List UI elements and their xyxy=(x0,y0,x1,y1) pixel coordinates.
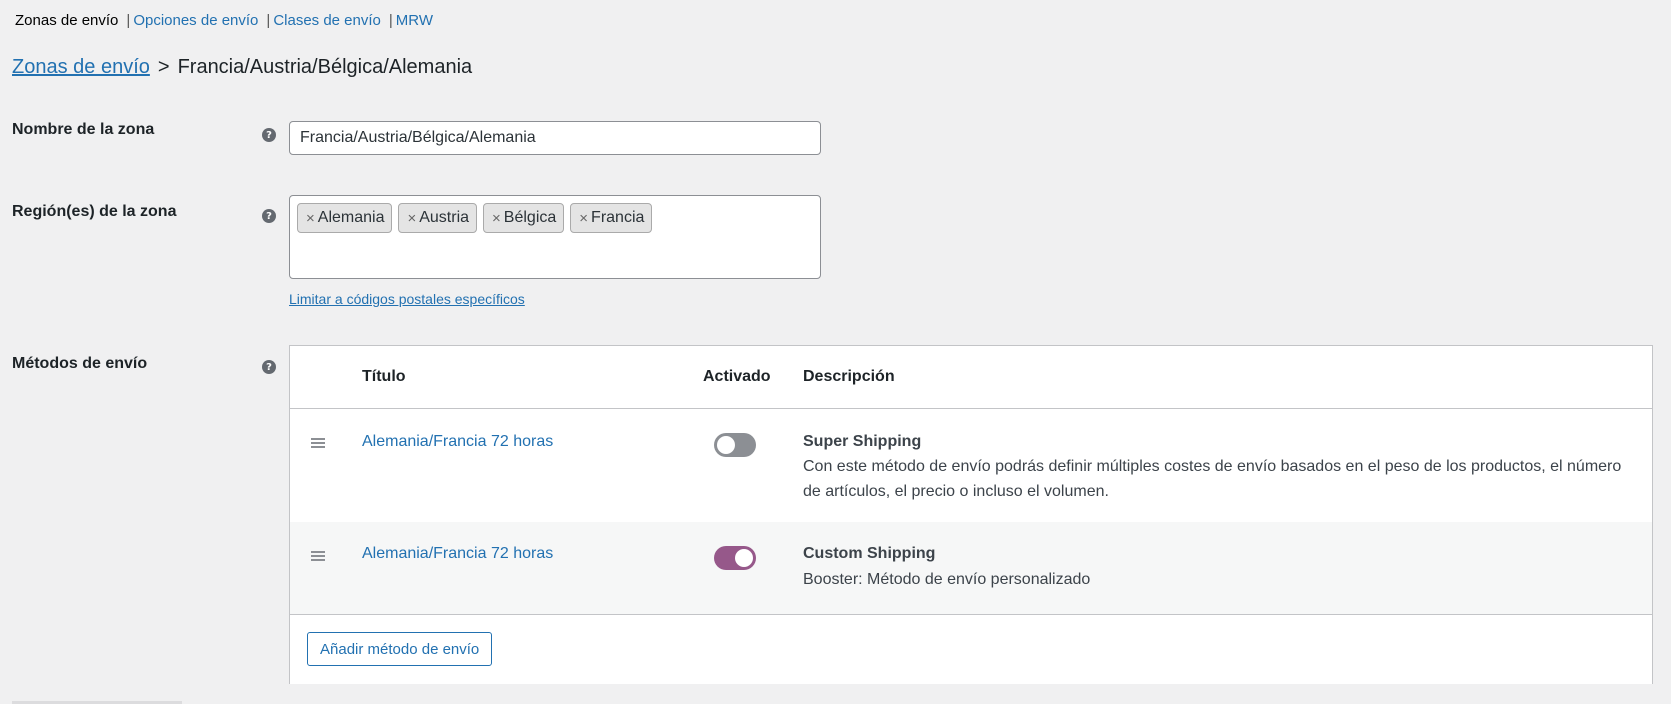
breadcrumb: Zonas de envío > Francia/Austria/Bélgica… xyxy=(12,56,472,79)
column-header-enabled: Activado xyxy=(703,368,771,385)
method-description-text: Con este método de envío podrás definir … xyxy=(803,458,1622,500)
toggle-knob xyxy=(717,436,735,454)
region-chip-label: Austria xyxy=(419,209,470,226)
method-title-link[interactable]: Alemania/Francia 72 horas xyxy=(362,433,553,451)
column-header-title: Título xyxy=(362,368,406,385)
subnav-current-zones[interactable]: Zonas de envío xyxy=(15,12,118,29)
help-icon[interactable]: ? xyxy=(262,128,276,142)
subnav-separator: | xyxy=(266,12,271,29)
remove-chip-icon[interactable]: × xyxy=(579,210,588,227)
region-chip-francia: × Francia xyxy=(570,203,653,233)
breadcrumb-arrow: > xyxy=(157,56,170,78)
zone-regions-label: Región(es) de la zona xyxy=(12,203,177,220)
shipping-subnav: Zonas de envío | Opciones de envío | Cla… xyxy=(15,12,433,29)
shipping-methods-label: Métodos de envío xyxy=(12,355,148,372)
subnav-link-shipping-options[interactable]: Opciones de envío xyxy=(133,12,258,29)
remove-chip-icon[interactable]: × xyxy=(492,210,501,227)
table-footer: Añadir método de envío xyxy=(290,614,1652,684)
method-enabled-toggle[interactable] xyxy=(714,546,756,570)
region-chip-label: Francia xyxy=(591,209,645,226)
drag-handle-icon[interactable] xyxy=(311,551,325,561)
method-enabled-toggle[interactable] xyxy=(714,433,756,457)
region-chip-belgica: × Bélgica xyxy=(483,203,565,233)
remove-chip-icon[interactable]: × xyxy=(407,210,416,227)
region-chip-austria: × Austria xyxy=(398,203,478,233)
method-description-text: Booster: Método de envío personalizado xyxy=(803,571,1091,588)
subnav-link-mrw[interactable]: MRW xyxy=(396,12,433,29)
help-icon[interactable]: ? xyxy=(262,209,276,223)
remove-chip-icon[interactable]: × xyxy=(306,210,315,227)
zone-regions-select[interactable]: × Alemania × Austria × Bélgica × Francia xyxy=(289,195,821,279)
add-shipping-method-button[interactable]: Añadir método de envío xyxy=(307,632,493,666)
toggle-knob xyxy=(735,549,753,567)
shipping-methods-table: Título Activado Descripción Alemania/Fra… xyxy=(289,345,1653,684)
region-chip-label: Bélgica xyxy=(503,209,557,226)
subnav-separator: | xyxy=(388,12,393,29)
zone-name-input[interactable] xyxy=(289,121,821,155)
drag-handle-icon[interactable] xyxy=(311,438,325,448)
subnav-link-shipping-classes[interactable]: Clases de envío xyxy=(273,12,381,29)
region-chip-alemania: × Alemania xyxy=(297,203,393,233)
subnav-separator: | xyxy=(126,12,131,29)
limit-postcodes-link[interactable]: Limitar a códigos postales específicos xyxy=(289,291,525,307)
breadcrumb-zones-link[interactable]: Zonas de envío xyxy=(12,56,150,79)
region-chip-label: Alemania xyxy=(317,209,385,226)
table-row: Alemania/Francia 72 horas Super Shipping… xyxy=(290,410,1652,522)
method-title-link[interactable]: Alemania/Francia 72 horas xyxy=(362,545,553,563)
method-description-title: Super Shipping xyxy=(803,433,922,450)
method-description-title: Custom Shipping xyxy=(803,545,936,562)
table-row: Alemania/Francia 72 horas Custom Shippin… xyxy=(290,522,1652,614)
zone-name-label: Nombre de la zona xyxy=(12,121,155,138)
help-icon[interactable]: ? xyxy=(262,360,276,374)
breadcrumb-current-zone: Francia/Austria/Bélgica/Alemania xyxy=(177,56,473,78)
column-header-description: Descripción xyxy=(803,368,895,385)
table-header: Título Activado Descripción xyxy=(290,346,1652,409)
